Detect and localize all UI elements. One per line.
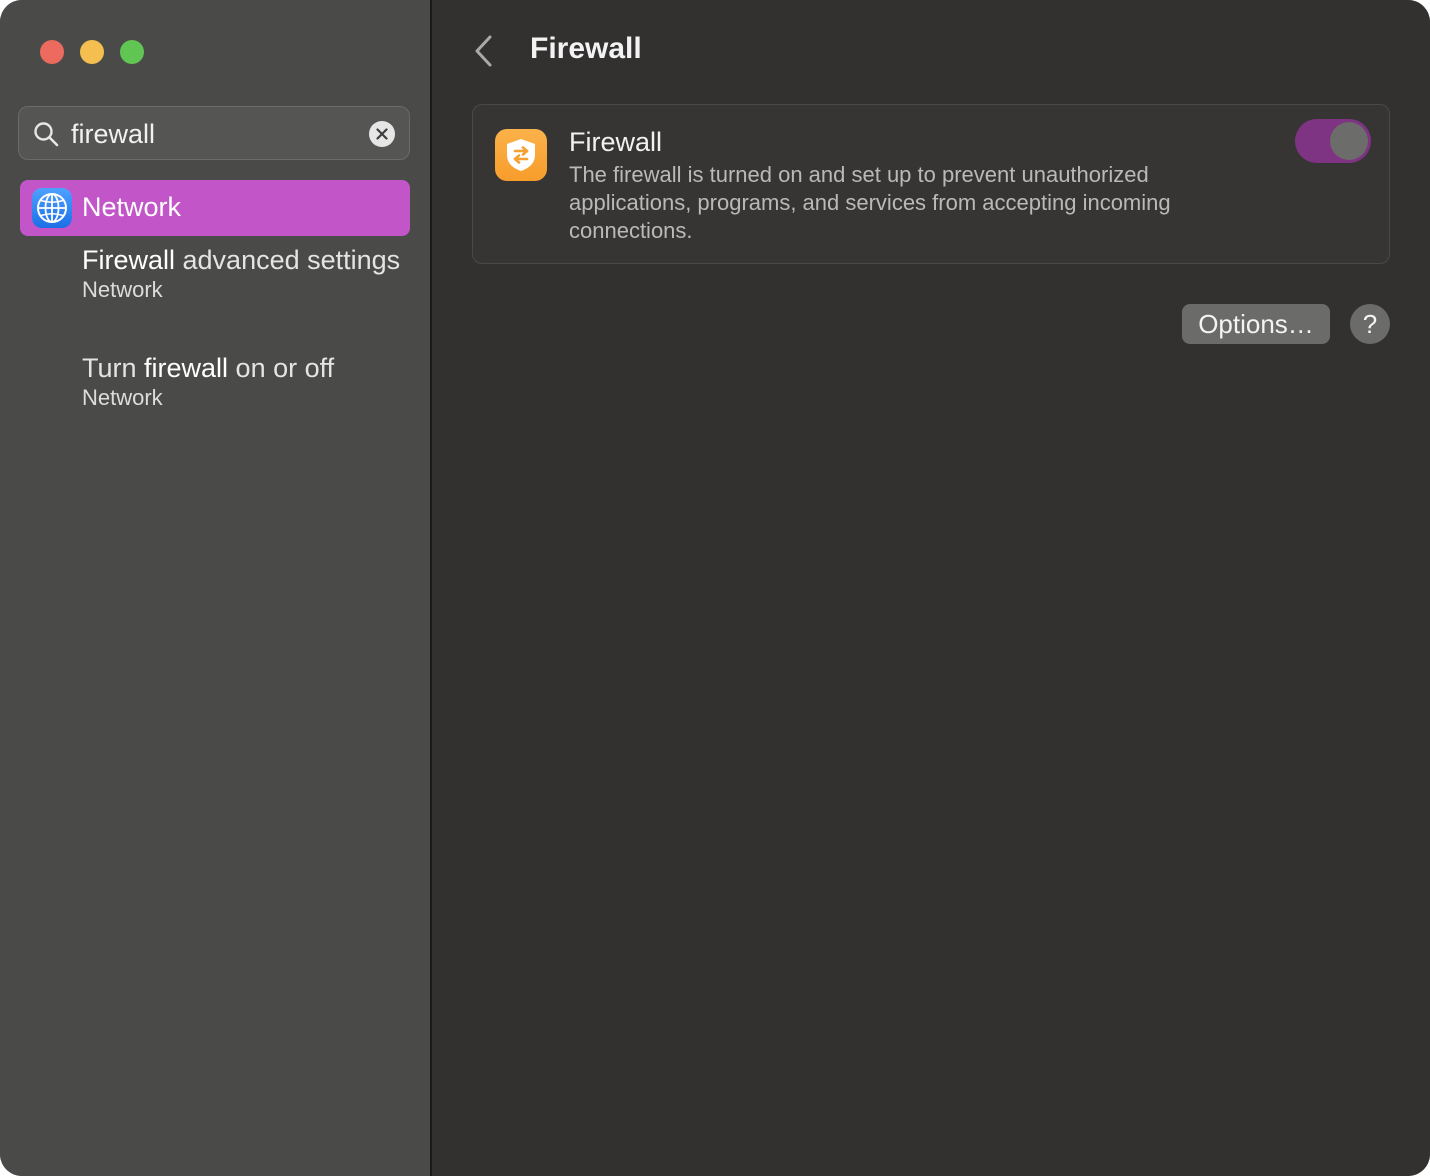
firewall-card: Firewall The firewall is turned on and s… — [472, 104, 1390, 264]
settings-window: Network Firewall advanced settings Netwo… — [0, 0, 1430, 1176]
options-button[interactable]: Options… — [1182, 304, 1330, 344]
search-icon — [34, 122, 59, 147]
search-result-firewall-advanced[interactable]: Firewall advanced settings Network — [82, 244, 402, 304]
clear-search-icon[interactable] — [369, 121, 395, 147]
firewall-toggle[interactable] — [1295, 119, 1371, 163]
result-title: Turn firewall on or off — [82, 353, 335, 383]
zoom-window-button[interactable] — [120, 40, 144, 64]
sidebar-item-network[interactable]: Network — [20, 180, 410, 236]
result-subtitle: Network — [82, 385, 163, 410]
main-pane: Firewall Firewall The firewall is turned… — [432, 0, 1430, 1176]
traffic-lights — [40, 40, 144, 64]
search-result-turn-firewall[interactable]: Turn firewall on or off Network — [82, 352, 402, 412]
search-input[interactable] — [71, 115, 361, 153]
firewall-shield-icon — [495, 129, 547, 181]
page-title: Firewall — [530, 32, 642, 65]
firewall-title: Firewall — [569, 127, 663, 157]
result-subtitle: Network — [82, 277, 163, 302]
chevron-left-icon[interactable] — [472, 34, 496, 68]
search-field[interactable] — [18, 106, 410, 160]
toggle-knob — [1330, 122, 1368, 160]
globe-icon — [32, 188, 72, 228]
sidebar-item-label: Network — [82, 192, 182, 222]
help-button[interactable]: ? — [1350, 304, 1390, 344]
minimize-window-button[interactable] — [80, 40, 104, 64]
result-title: Firewall advanced settings — [82, 245, 401, 275]
sidebar: Network Firewall advanced settings Netwo… — [0, 0, 432, 1176]
firewall-description: The firewall is turned on and set up to … — [569, 162, 1171, 243]
close-window-button[interactable] — [40, 40, 64, 64]
